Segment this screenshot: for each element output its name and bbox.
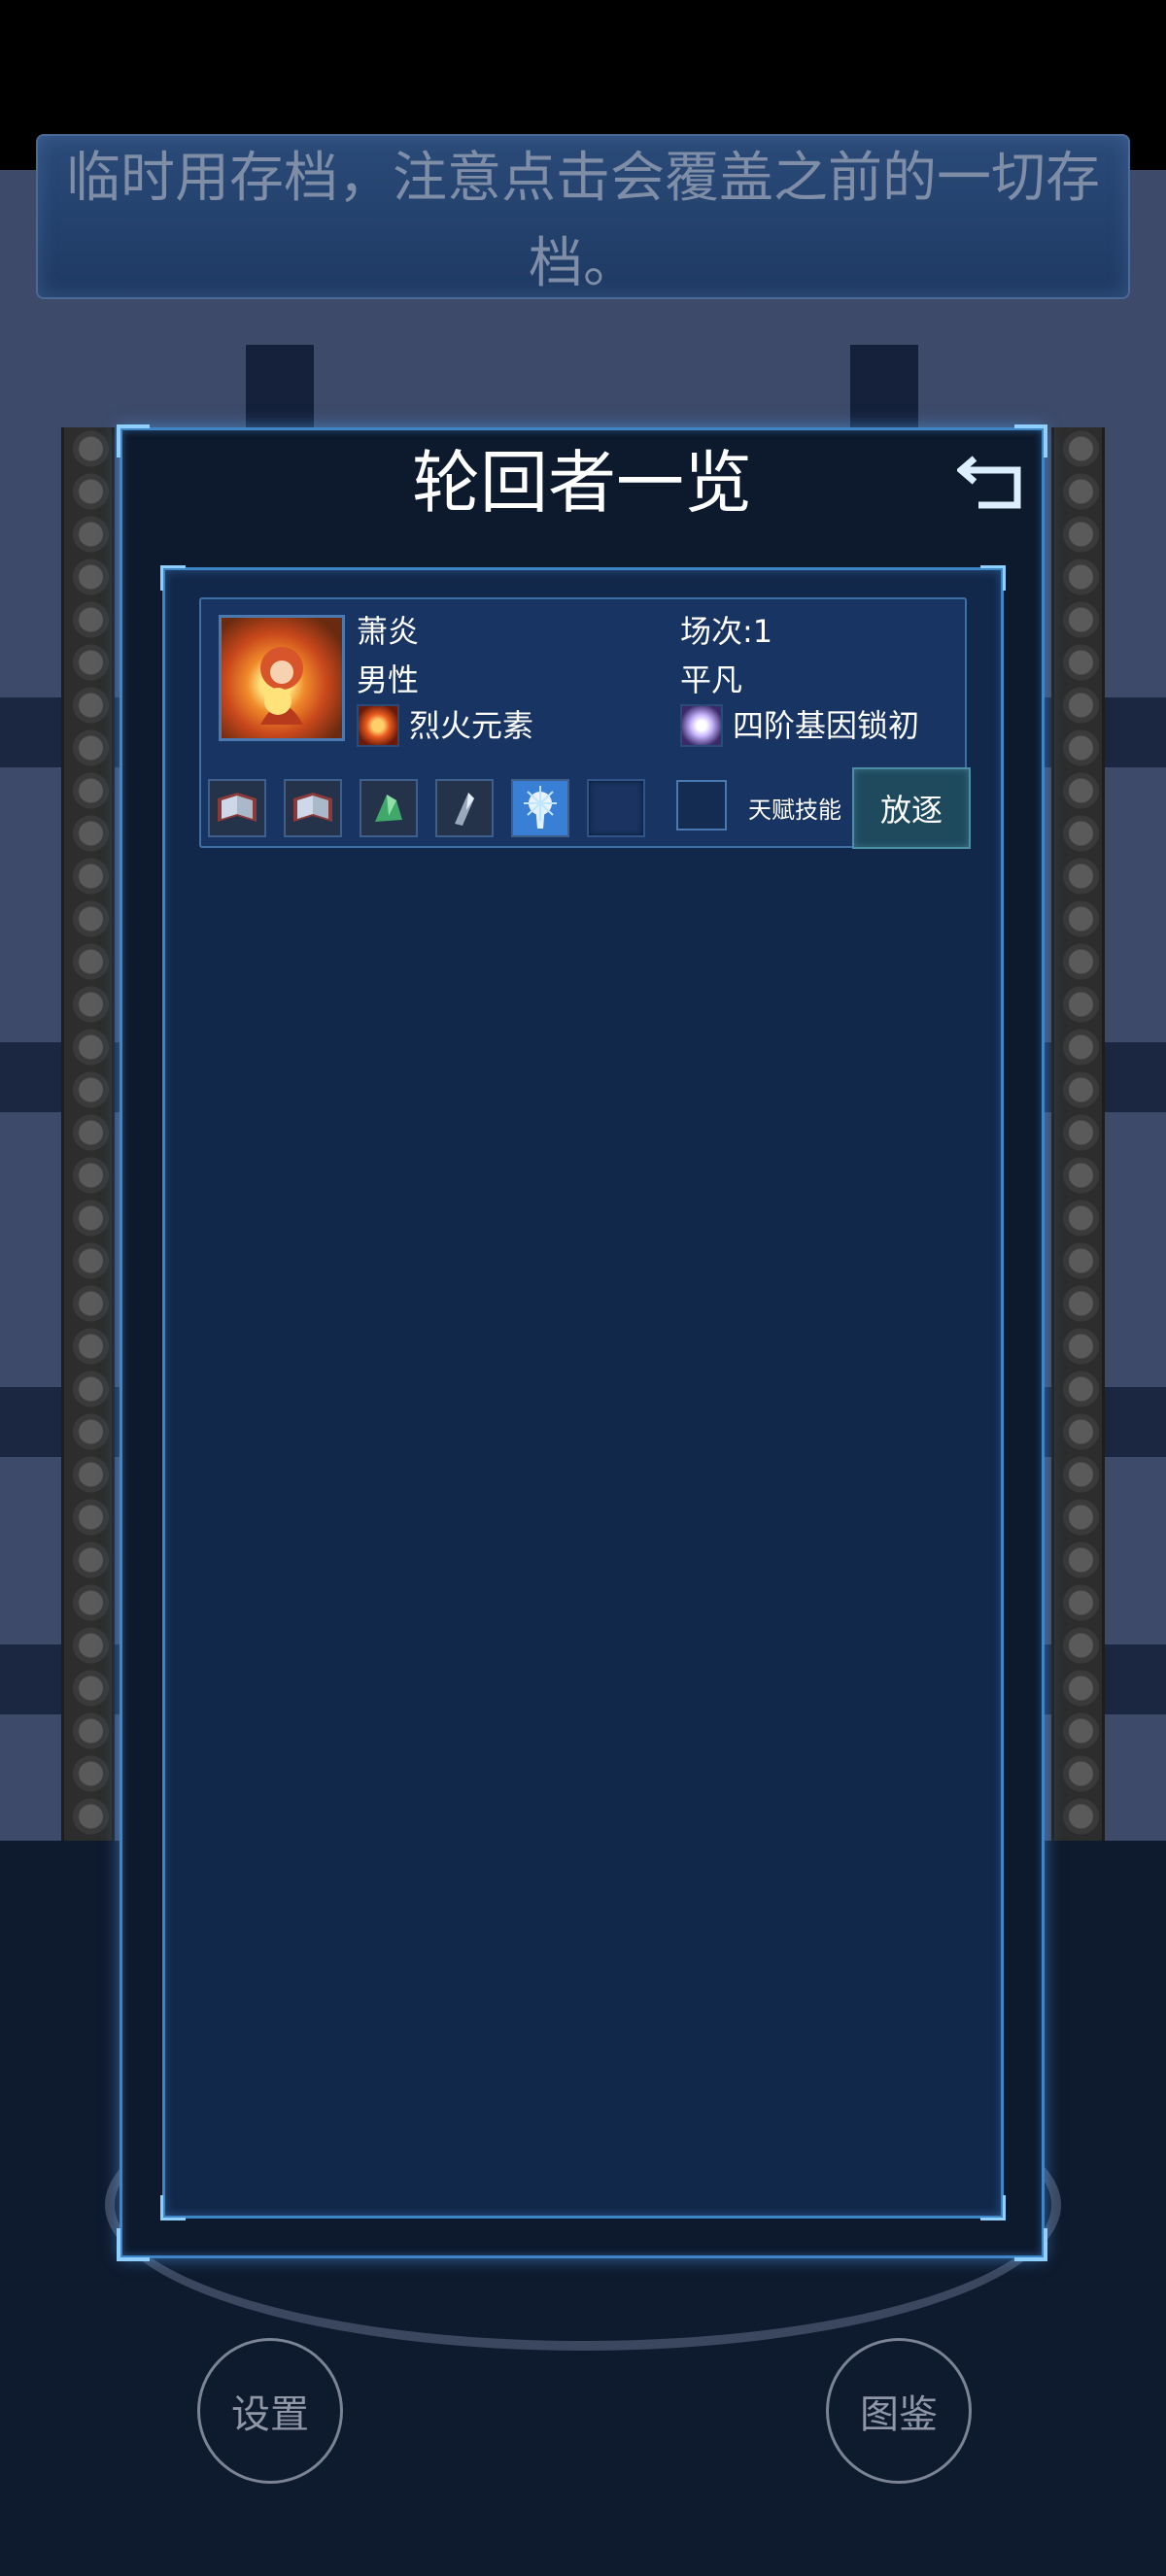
codex-button[interactable]: 图鉴 [826,2338,972,2484]
item-slot[interactable] [435,779,494,837]
silver-crystal-icon [455,793,474,826]
talent-skill-slot[interactable] [676,780,727,830]
gene-lock-icon [680,704,723,747]
character-rank: 平凡 [680,661,743,698]
background-post [850,345,918,432]
right-chain-pillar [1051,427,1105,1846]
skill-book-icon [218,793,257,822]
item-slot[interactable] [511,779,569,837]
inner-corner [160,565,186,591]
item-slot[interactable] [208,779,266,837]
inner-corner [160,2195,186,2220]
panel-title: 轮回者一览 [412,443,752,523]
back-button[interactable] [955,445,1027,515]
inner-corner [980,565,1006,591]
character-avatar-icon [260,647,303,725]
character-round: 场次:1 [680,613,773,650]
item-slot[interactable] [360,779,418,837]
back-arrow-icon [955,456,1021,509]
left-chain-pillar [61,427,115,1846]
settings-button[interactable]: 设置 [197,2338,343,2484]
skill-book-icon [293,793,332,822]
codex-label: 图鉴 [860,2392,938,2437]
character-name: 萧炎 [357,613,420,650]
light-pillar-icon [524,786,557,829]
exile-label: 放逐 [879,792,943,829]
item-slot[interactable] [284,779,342,837]
item-slot[interactable] [587,779,645,837]
save-notice-banner: 临时用存档，注意点击会覆盖之前的一切存档。 [36,134,1130,299]
save-notice-text: 临时用存档，注意点击会覆盖之前的一切存档。 [66,147,1100,295]
fire-element-icon [357,704,399,747]
inner-corner [980,2195,1006,2220]
talent-skill-label: 天赋技能 [748,797,841,824]
character-gene-lock: 四阶基因锁初 [733,707,920,744]
character-gender: 男性 [357,661,420,698]
character-element: 烈火元素 [409,707,534,744]
character-portrait [219,615,345,741]
panel-corner [1014,2228,1047,2261]
green-crystal-icon [375,795,402,822]
panel-corner [117,2228,150,2261]
background-post [246,345,314,432]
exile-button[interactable]: 放逐 [852,767,971,849]
settings-label: 设置 [231,2392,309,2437]
